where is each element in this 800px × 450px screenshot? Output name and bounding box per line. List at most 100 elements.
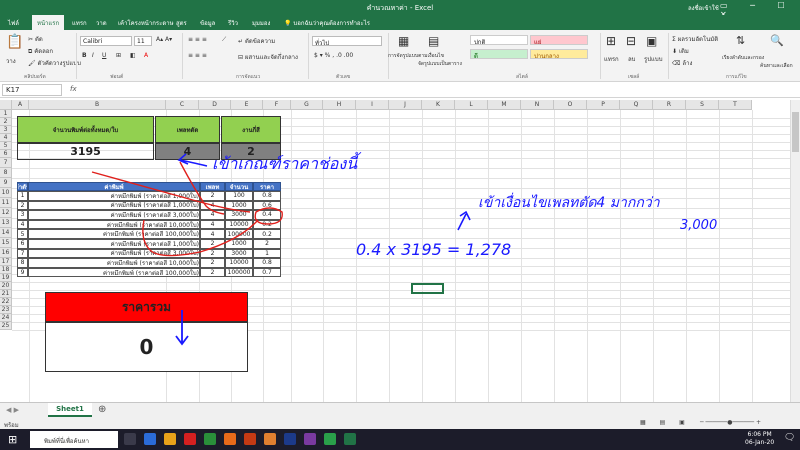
- ink-arrow-down: [175, 310, 189, 346]
- taskbar-app-icon[interactable]: [304, 433, 316, 445]
- cond-format-icon[interactable]: ▦: [398, 34, 409, 48]
- tab-review[interactable]: รีวิว: [228, 18, 238, 28]
- divider: [76, 33, 77, 79]
- add-sheet-icon[interactable]: ⊕: [98, 404, 106, 415]
- tab-view[interactable]: มุมมอง: [252, 18, 270, 28]
- group-font: ฟอนต์: [110, 74, 124, 80]
- ink-red-curve-3: [142, 219, 259, 257]
- sheet-tab-sheet1[interactable]: Sheet1: [48, 403, 92, 417]
- wrap-icon: ↵: [238, 38, 244, 45]
- vertical-scrollbar[interactable]: [790, 100, 800, 402]
- lightbulb-icon: 💡: [284, 20, 292, 27]
- italic-button[interactable]: I: [92, 52, 94, 59]
- cond-format-button[interactable]: การจัดรูปแบบตามเงื่อนไข: [388, 52, 444, 60]
- windows-start-icon[interactable]: ⊞: [8, 433, 17, 446]
- sheet-nav-arrows-icon[interactable]: ◀ ▶: [6, 406, 19, 414]
- group-editing: การแก้ไข: [726, 74, 747, 80]
- notifications-icon[interactable]: 🗨: [784, 433, 795, 443]
- format-painter-label: ตัวคัดวางรูปแบบ: [37, 60, 81, 67]
- format-painter-button[interactable]: 🖌 ตัวคัดวางรูปแบบ: [28, 58, 81, 68]
- merge-center-button[interactable]: ⊟ ผสานและจัดกึ่งกลาง: [238, 52, 298, 62]
- taskbar-clock[interactable]: 6:06 PM 06-Jan-20: [745, 431, 774, 447]
- borders-icon[interactable]: ⊞: [116, 52, 121, 59]
- fill-color-icon[interactable]: ◧: [130, 52, 136, 59]
- find-select-button[interactable]: ค้นหาและเลือก: [760, 62, 793, 70]
- number-format-icons[interactable]: $ ▾ % , .0 .00: [314, 52, 353, 59]
- ink-note-3000: 3,000: [680, 218, 718, 233]
- orientation-icon[interactable]: ⟋: [222, 36, 226, 44]
- taskbar-app-icon[interactable]: [184, 433, 196, 445]
- font-size-select[interactable]: 11: [134, 36, 152, 46]
- paste-icon[interactable]: 📋: [6, 34, 23, 50]
- align-top-icons[interactable]: ≡ ≡ ≡: [188, 36, 207, 43]
- taskbar-app-icon[interactable]: [204, 433, 216, 445]
- sheet-tabs-bar: ◀ ▶ Sheet1 ⊕: [0, 402, 800, 418]
- taskbar-app-icon[interactable]: [164, 433, 176, 445]
- style-normal[interactable]: ปกติ: [470, 35, 528, 46]
- taskbar-app-icon[interactable]: [344, 433, 356, 445]
- fx-icon[interactable]: fx: [70, 85, 77, 93]
- ink-red-loop-1: [91, 171, 251, 213]
- paste-button[interactable]: วาง: [6, 56, 16, 66]
- tab-insert[interactable]: แทรก: [72, 18, 87, 28]
- bold-button[interactable]: B: [82, 52, 87, 59]
- font-color-icon[interactable]: A: [144, 52, 148, 59]
- sort-filter-button[interactable]: เรียงลำดับและกรอง: [722, 54, 764, 62]
- format-table-icon[interactable]: ▤: [428, 34, 439, 48]
- number-format-select[interactable]: ทั่วไป: [312, 36, 382, 47]
- taskbar-app-icon[interactable]: [244, 433, 256, 445]
- tab-data[interactable]: ข้อมูล: [200, 18, 215, 28]
- taskbar-app-icon[interactable]: [284, 433, 296, 445]
- taskbar-app-icon[interactable]: [264, 433, 276, 445]
- name-box[interactable]: K17: [2, 84, 62, 96]
- scroll-thumb[interactable]: [792, 112, 799, 152]
- title-bar: คำนวณหาค่า - Excel ลงชื่อเข้าใช้ ▭ ─ ☐ ✕: [0, 0, 800, 19]
- delete-cells-button[interactable]: ลบ: [628, 54, 636, 64]
- signin-link[interactable]: ลงชื่อเข้าใช้: [688, 3, 719, 13]
- copy-button[interactable]: ⧉ คัดลอก: [28, 46, 53, 56]
- copy-icon: ⧉: [28, 48, 33, 55]
- find-select-icon[interactable]: 🔍: [770, 34, 784, 47]
- style-bad[interactable]: แย่: [530, 35, 588, 46]
- tell-me-search[interactable]: 💡 บอกฉันว่าคุณต้องการทำอะไร: [284, 18, 370, 28]
- wrap-text-button[interactable]: ↵ ตัดข้อความ: [238, 36, 275, 46]
- worksheet-grid[interactable]: ABCDEFGHIJKLMNOPQRST 1 2 3 4 5 6 7 8 9 10 11 12 13 14…: [0, 100, 790, 402]
- align-horizontal-icons[interactable]: ≡ ≡ ≡: [188, 52, 207, 59]
- font-name-select[interactable]: Calibri: [80, 36, 132, 46]
- clear-button[interactable]: ⌫ ล้าง: [672, 58, 692, 68]
- format-cells-icon[interactable]: ▣: [646, 34, 657, 48]
- taskbar-search[interactable]: พิมพ์ที่นี่เพื่อค้นหา: [30, 431, 118, 448]
- clear-label: ล้าง: [682, 60, 693, 67]
- fill-button[interactable]: ⬇ เติม: [672, 46, 689, 56]
- tab-file[interactable]: ไฟล์: [8, 18, 19, 28]
- ink-note-condition: เข้าเงื่อนไขเพลทตัด4 มากกว่า: [478, 195, 660, 211]
- tab-draw[interactable]: วาด: [96, 18, 107, 28]
- tab-page-layout[interactable]: เค้าโครงหน้ากระดาษ: [118, 18, 174, 28]
- sort-filter-icon[interactable]: ⇅: [736, 34, 745, 47]
- taskbar-app-icon[interactable]: [124, 433, 136, 445]
- taskbar: ⊞ พิมพ์ที่นี่เพื่อค้นหา 6:06 PM 06-Jan-20…: [0, 429, 800, 450]
- style-good[interactable]: ดี: [470, 49, 528, 60]
- font-grow-icon[interactable]: A▴ A▾: [156, 36, 172, 43]
- ink-arrow-2: [457, 210, 471, 231]
- insert-cells-button[interactable]: แทรก: [604, 54, 619, 64]
- ink-note-criteria: เข้าเกณฑ์ราคาช่องนี้: [212, 154, 358, 173]
- view-mode-icons[interactable]: ▦ ▤ ▣: [640, 419, 691, 426]
- taskbar-app-icon[interactable]: [224, 433, 236, 445]
- format-cells-button[interactable]: รูปแบบ: [644, 54, 663, 64]
- tab-home[interactable]: หน้าแรก: [32, 15, 65, 30]
- delete-cells-icon[interactable]: ⊟: [626, 34, 636, 48]
- taskbar-app-icon[interactable]: [324, 433, 336, 445]
- divider: [182, 33, 183, 79]
- scissors-icon: ✂: [28, 36, 34, 43]
- tab-formulas[interactable]: สูตร: [176, 18, 187, 28]
- insert-cells-icon[interactable]: ⊞: [606, 34, 616, 48]
- taskbar-app-icon[interactable]: [144, 433, 156, 445]
- format-table-button[interactable]: จัดรูปแบบเป็นตาราง: [418, 60, 462, 68]
- autosum-button[interactable]: Σ ผลรวมอัตโนมัติ: [672, 34, 718, 44]
- zoom-slider[interactable]: ─ ──────●────── +: [700, 419, 761, 426]
- group-clipboard: คลิปบอร์ด: [24, 74, 46, 80]
- cut-button[interactable]: ✂ ตัด: [28, 34, 43, 44]
- underline-button[interactable]: U: [102, 52, 106, 59]
- style-neutral[interactable]: ปานกลาง: [530, 49, 588, 60]
